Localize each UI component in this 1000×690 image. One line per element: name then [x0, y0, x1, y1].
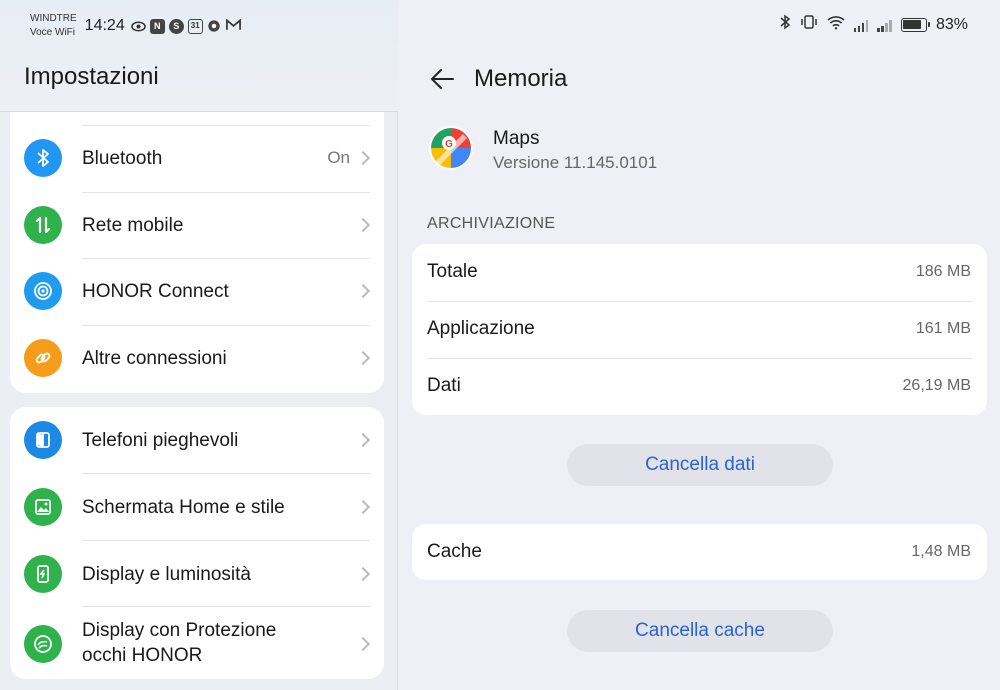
settings-panel: WINDTRE Voce WiFi 14:24 N S 31 Impostazi… — [0, 0, 398, 690]
status-bar-right: 83% — [779, 14, 968, 35]
eye-icon — [130, 19, 146, 34]
bluetooth-status: On — [327, 148, 350, 167]
chevron-right-icon — [355, 150, 371, 166]
settings-item-honor-connect[interactable]: HONOR Connect — [10, 270, 384, 312]
settings-item-bluetooth[interactable]: Bluetooth On — [10, 137, 384, 179]
back-arrow-icon[interactable] — [429, 66, 455, 92]
wifi-calling-label: Voce WiFi — [30, 27, 76, 38]
storage-row-total: Totale 186 MB — [412, 244, 987, 301]
s-icon: S — [168, 18, 184, 34]
divider — [82, 473, 370, 474]
app-version: Versione 11.145.0101 — [493, 153, 658, 172]
settings-item-mobile-network[interactable]: Rete mobile — [10, 204, 384, 246]
settings-item-label-line1: Display con Protezione — [82, 620, 277, 641]
chevron-right-icon — [355, 432, 371, 448]
app-name: Maps — [493, 128, 540, 149]
link-icon — [24, 339, 62, 377]
page-title: Impostazioni — [24, 63, 159, 90]
vibrate-icon — [800, 14, 818, 35]
chevron-right-icon — [355, 566, 371, 582]
divider — [82, 540, 370, 541]
chevron-right-icon — [355, 217, 371, 233]
bluetooth-icon — [24, 139, 62, 177]
clear-data-button[interactable]: Cancella dati — [567, 444, 833, 486]
foldable-phone-icon — [24, 421, 62, 459]
settings-item-label: HONOR Connect — [82, 280, 229, 302]
storage-card: Totale 186 MB Applicazione 161 MB Dati 2… — [412, 244, 987, 415]
battery-level — [903, 20, 921, 29]
divider — [82, 192, 370, 193]
settings-item-other-connections[interactable]: Altre connessioni — [10, 337, 384, 379]
settings-item-label: Bluetooth — [82, 147, 163, 169]
chevron-right-icon — [355, 350, 371, 366]
svg-text:G: G — [445, 139, 453, 150]
settings-header: WINDTRE Voce WiFi 14:24 N S 31 Impostazi… — [0, 0, 398, 112]
cache-card: Cache 1,48 MB — [412, 524, 987, 580]
settings-item-display-brightness[interactable]: Display e luminosità — [10, 553, 384, 595]
settings-item-label: Telefoni pieghevoli — [82, 429, 239, 451]
gmail-icon — [225, 17, 241, 34]
display-brightness-icon — [24, 555, 62, 593]
storage-row-app: Applicazione 161 MB — [412, 301, 987, 358]
divider — [82, 606, 370, 607]
settings-item-label: Display con Protezione occhi HONOR — [82, 618, 276, 668]
storage-panel: 83% Memoria G Maps Versione 11.145.0101 … — [399, 0, 1000, 690]
storage-value: 26,19 MB — [902, 377, 971, 394]
settings-item-home-screen-style[interactable]: Schermata Home e stile — [10, 486, 384, 528]
carrier-info: WINDTRE Voce WiFi — [30, 12, 77, 40]
storage-label: Applicazione — [427, 318, 535, 339]
status-bar-left: WINDTRE Voce WiFi 14:24 N S 31 — [30, 12, 241, 40]
battery-icon — [900, 17, 930, 32]
storage-row-cache: Cache 1,48 MB — [412, 524, 987, 580]
section-title: ARCHIVIAZIONE — [427, 215, 556, 232]
image-icon — [24, 488, 62, 526]
cache-value: 1,48 MB — [911, 543, 971, 560]
settings-item-label: Rete mobile — [82, 214, 184, 236]
status-time: 14:24 — [84, 17, 125, 34]
calendar-31-icon: 31 — [187, 18, 203, 34]
chrome-icon — [207, 19, 222, 34]
divider — [82, 125, 370, 126]
settings-item-label: Schermata Home e stile — [82, 496, 285, 518]
honor-connect-icon — [24, 272, 62, 310]
bluetooth-icon — [779, 14, 791, 35]
battery-percent: 83% — [935, 15, 968, 33]
chevron-right-icon — [355, 636, 371, 652]
settings-item-label: Altre connessioni — [82, 347, 227, 369]
display-group: Telefoni pieghevoli Schermata Home e sti… — [10, 407, 384, 679]
signal-icon — [853, 18, 869, 32]
settings-item-label-line2: occhi HONOR — [82, 645, 203, 666]
eye-comfort-icon — [24, 625, 62, 663]
storage-label: Dati — [427, 375, 461, 396]
divider — [82, 325, 370, 326]
settings-item-foldable-phones[interactable]: Telefoni pieghevoli — [10, 419, 384, 461]
connectivity-group: Bluetooth On Rete mobile HONOR Connect A… — [10, 112, 384, 393]
chevron-right-icon — [355, 283, 371, 299]
storage-value: 186 MB — [915, 263, 971, 280]
storage-row-data: Dati 26,19 MB — [412, 358, 987, 415]
signal-icon — [877, 18, 892, 32]
storage-value: 161 MB — [915, 320, 971, 337]
divider — [82, 258, 370, 259]
settings-item-eye-comfort[interactable]: Display con Protezione occhi HONOR — [10, 618, 384, 670]
mobile-data-icon — [24, 206, 62, 244]
chevron-right-icon — [355, 499, 371, 515]
maps-app-icon: G — [429, 126, 473, 170]
clear-cache-button[interactable]: Cancella cache — [567, 610, 833, 652]
cache-label: Cache — [427, 541, 482, 562]
settings-item-label: Display e luminosità — [82, 563, 251, 585]
storage-label: Totale — [427, 261, 478, 282]
page-title: Memoria — [474, 65, 568, 92]
wifi-icon — [827, 15, 845, 35]
carrier-name: WINDTRE — [30, 13, 77, 24]
nfc-icon: N — [149, 18, 165, 34]
